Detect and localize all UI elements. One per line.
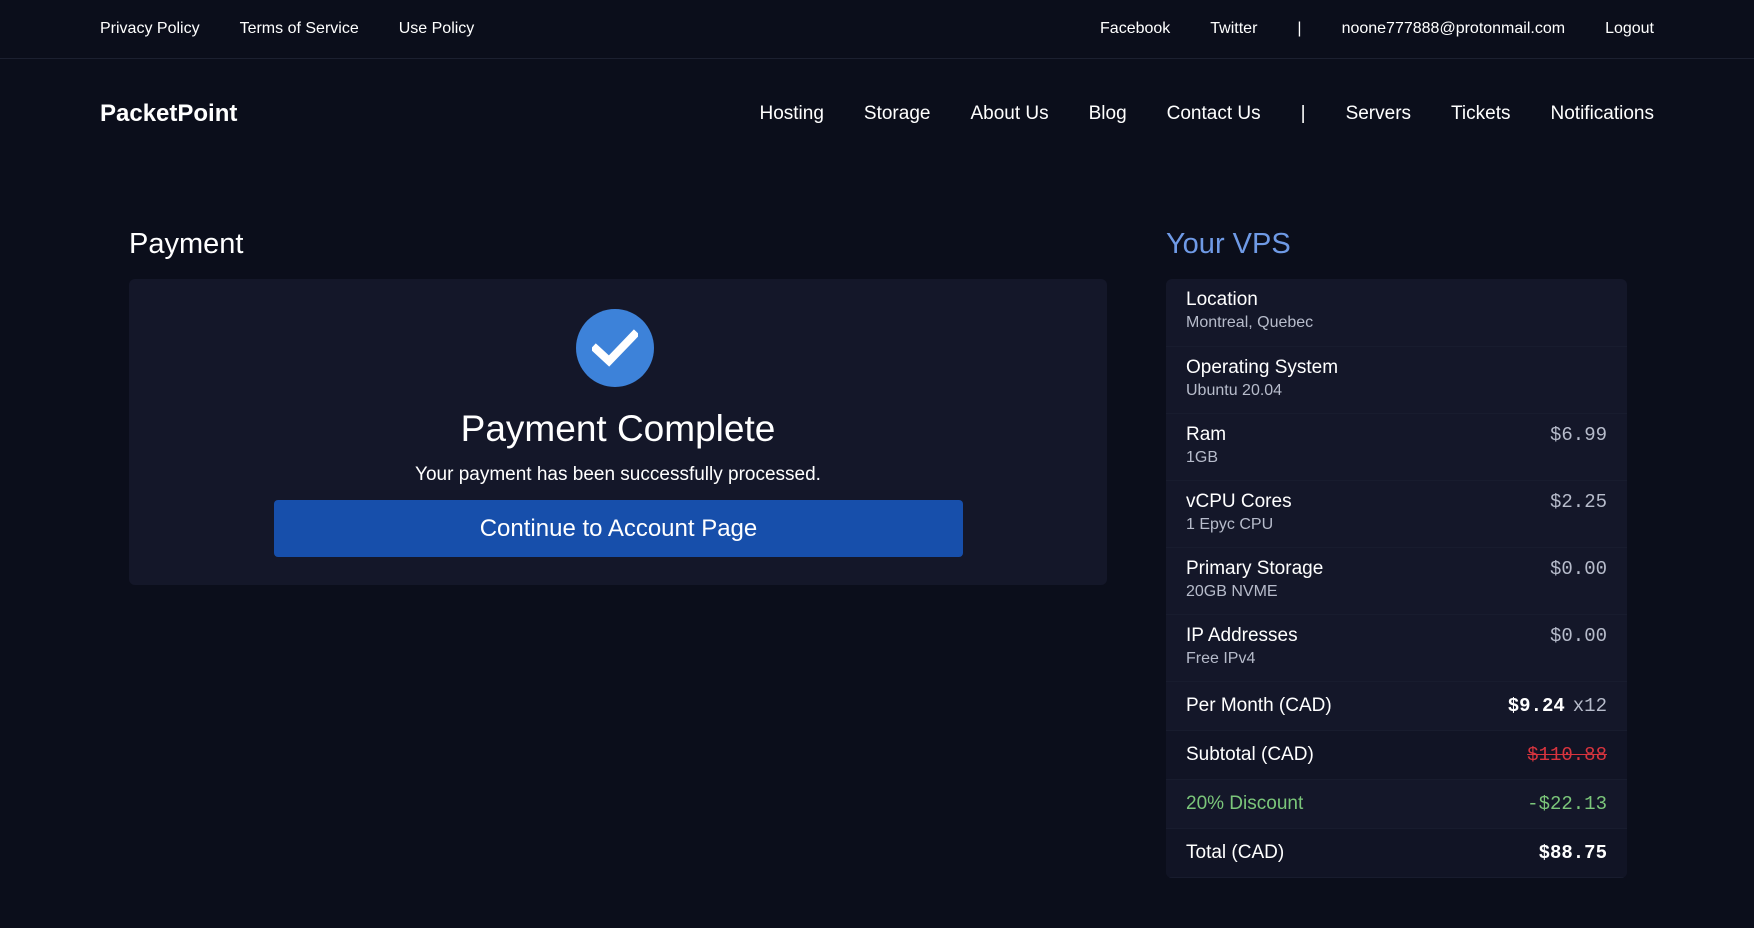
vps-storage-row: Primary Storage 20GB NVME $0.00 [1166,548,1627,615]
subtotal-label: Subtotal (CAD) [1186,744,1314,765]
total-label: Total (CAD) [1186,842,1285,863]
cpu-price: $2.25 [1549,491,1607,513]
use-policy-link[interactable]: Use Policy [399,20,475,38]
vps-heading: Your VPS [1166,228,1291,260]
ip-value: Free IPv4 [1186,650,1256,667]
check-circle-icon [576,309,654,387]
nav-notifications[interactable]: Notifications [1551,103,1655,125]
topbar-separator: | [1297,20,1302,37]
checkmark-icon [592,329,638,367]
nav-storage[interactable]: Storage [864,103,931,125]
facebook-link[interactable]: Facebook [1100,20,1170,38]
nav-tickets[interactable]: Tickets [1451,103,1510,125]
nav-contact-us[interactable]: Contact Us [1167,103,1261,125]
per-month-label: Per Month (CAD) [1186,695,1332,716]
os-value: Ubuntu 20.04 [1186,382,1283,399]
subtotal-row: Subtotal (CAD) $110.88 [1166,731,1627,780]
location-label: Location [1186,289,1258,310]
account-links: Facebook Twitter | noone777888@protonmai… [1060,20,1654,38]
discount-label: 20% Discount [1186,793,1304,814]
cpu-label: vCPU Cores [1186,491,1292,512]
payment-message: Your payment has been successfully proce… [415,464,821,485]
privacy-policy-link[interactable]: Privacy Policy [100,20,200,38]
ram-label: Ram [1186,424,1227,445]
storage-price: $0.00 [1549,558,1607,580]
nav-servers[interactable]: Servers [1346,103,1411,125]
payment-complete-title: Payment Complete [460,408,776,449]
payment-section: Payment Payment Complete Your payment ha… [129,224,1107,585]
vps-location-row: Location Montreal, Quebec [1166,279,1627,347]
vps-card: Location Montreal, Quebec Operating Syst… [1166,279,1627,878]
nav-separator: | [1300,103,1306,124]
vps-summary-section: Your VPS Location Montreal, Quebec Opera… [1166,224,1627,878]
discount-row: 20% Discount -$22.13 [1166,780,1627,829]
payment-heading: Payment [129,228,244,260]
total-price: $88.75 [1538,842,1607,864]
per-month-amount: $9.24 [1507,695,1565,717]
per-month-multiplier: x12 [1572,695,1607,717]
twitter-link[interactable]: Twitter [1210,20,1257,38]
ip-label: IP Addresses [1186,625,1298,646]
brand-logo[interactable]: PacketPoint [100,100,237,128]
nav-blog[interactable]: Blog [1089,103,1127,125]
vps-ram-row: Ram 1GB $6.99 [1166,414,1627,481]
discount-price: -$22.13 [1527,793,1607,815]
main-navbar: PacketPoint Hosting Storage About Us Blo… [0,59,1754,169]
vps-os-row: Operating System Ubuntu 20.04 [1166,347,1627,414]
ip-price: $0.00 [1549,625,1607,647]
account-email-link[interactable]: noone777888@protonmail.com [1342,20,1566,38]
continue-to-account-button[interactable]: Continue to Account Page [274,500,963,557]
storage-label: Primary Storage [1186,558,1324,579]
ram-value: 1GB [1186,449,1219,466]
subtotal-price: $110.88 [1527,744,1607,766]
total-row: Total (CAD) $88.75 [1166,829,1627,878]
top-bar: Privacy Policy Terms of Service Use Poli… [0,0,1754,59]
cpu-value: 1 Epyc CPU [1186,516,1274,533]
ram-price: $6.99 [1549,424,1607,446]
legal-links: Privacy Policy Terms of Service Use Poli… [100,20,514,38]
payment-card: Payment Complete Your payment has been s… [129,279,1107,585]
storage-value: 20GB NVME [1186,583,1278,600]
vps-ip-row: IP Addresses Free IPv4 $0.00 [1166,615,1627,682]
nav-hosting[interactable]: Hosting [759,103,823,125]
per-month-price: $9.24 x12 [1508,695,1607,717]
terms-of-service-link[interactable]: Terms of Service [240,20,359,38]
logout-link[interactable]: Logout [1605,20,1654,38]
os-label: Operating System [1186,357,1339,378]
nav-about-us[interactable]: About Us [970,103,1048,125]
location-value: Montreal, Quebec [1186,314,1314,331]
main-nav: Hosting Storage About Us Blog Contact Us… [719,103,1654,125]
per-month-row: Per Month (CAD) $9.24 x12 [1166,682,1627,731]
vps-cpu-row: vCPU Cores 1 Epyc CPU $2.25 [1166,481,1627,548]
